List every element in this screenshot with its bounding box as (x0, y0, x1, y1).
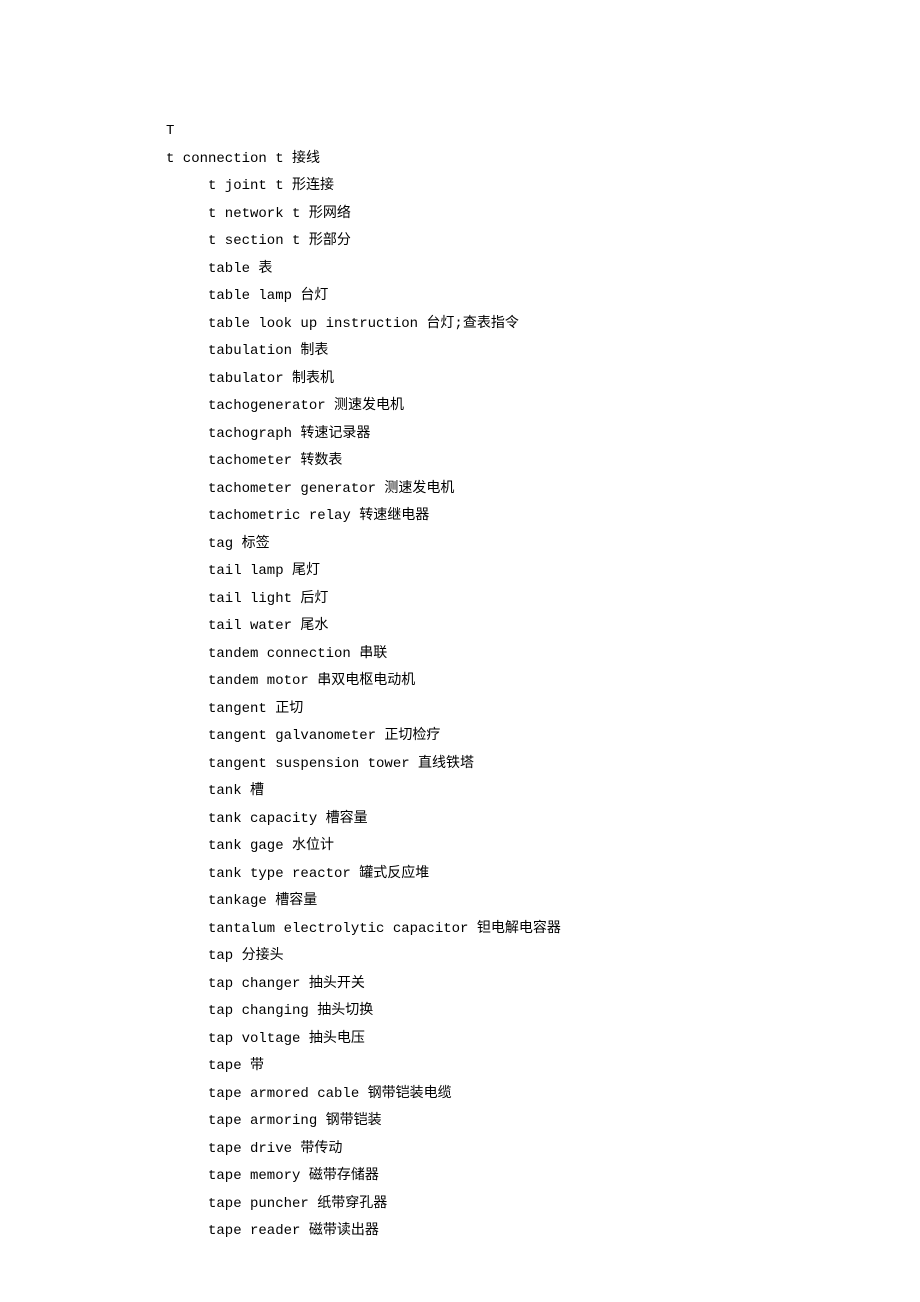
glossary-entry: tank capacity 槽容量 (166, 806, 920, 834)
glossary-entry: tail water 尾水 (166, 613, 920, 641)
glossary-entry: tap changing 抽头切换 (166, 998, 920, 1026)
glossary-entry: tail lamp 尾灯 (166, 558, 920, 586)
glossary-entry: tap changer 抽头开关 (166, 971, 920, 999)
glossary-entry: tandem motor 串双电枢电动机 (166, 668, 920, 696)
glossary-entry: tachometer generator 测速发电机 (166, 476, 920, 504)
glossary-entry: tap voltage 抽头电压 (166, 1026, 920, 1054)
glossary-entry: tabulator 制表机 (166, 366, 920, 394)
glossary-entry: tape drive 带传动 (166, 1136, 920, 1164)
glossary-entry: tank 槽 (166, 778, 920, 806)
glossary-entry: tag 标签 (166, 531, 920, 559)
glossary-entry: tandem connection 串联 (166, 641, 920, 669)
glossary-entry: table 表 (166, 256, 920, 284)
glossary-entry: tape memory 磁带存储器 (166, 1163, 920, 1191)
glossary-entry: tape armoring 钢带铠装 (166, 1108, 920, 1136)
glossary-entry: tangent suspension tower 直线铁塔 (166, 751, 920, 779)
glossary-list: t joint t 形连接t network t 形网络t section t … (166, 173, 920, 1246)
glossary-entry: tape puncher 纸带穿孔器 (166, 1191, 920, 1219)
glossary-entry: tachometric relay 转速继电器 (166, 503, 920, 531)
glossary-entry: table lamp 台灯 (166, 283, 920, 311)
glossary-entry: tachogenerator 测速发电机 (166, 393, 920, 421)
glossary-entry: tape reader 磁带读出器 (166, 1218, 920, 1246)
glossary-entry: tangent galvanometer 正切检疗 (166, 723, 920, 751)
glossary-entry: table look up instruction 台灯;查表指令 (166, 311, 920, 339)
glossary-entry: tape 带 (166, 1053, 920, 1081)
glossary-entry: tap 分接头 (166, 943, 920, 971)
glossary-entry: t network t 形网络 (166, 201, 920, 229)
section-header: T (166, 118, 920, 146)
glossary-entry: tank gage 水位计 (166, 833, 920, 861)
glossary-entry: t joint t 形连接 (166, 173, 920, 201)
glossary-entry: tail light 后灯 (166, 586, 920, 614)
glossary-entry: t section t 形部分 (166, 228, 920, 256)
glossary-entry: tankage 槽容量 (166, 888, 920, 916)
glossary-entry: tank type reactor 罐式反应堆 (166, 861, 920, 889)
glossary-entry: tabulation 制表 (166, 338, 920, 366)
glossary-entry: tachograph 转速记录器 (166, 421, 920, 449)
subheader-line: t connection t 接线 (166, 146, 920, 174)
glossary-entry: tangent 正切 (166, 696, 920, 724)
document-page: T t connection t 接线 t joint t 形连接t netwo… (0, 0, 920, 1246)
glossary-entry: tachometer 转数表 (166, 448, 920, 476)
glossary-entry: tantalum electrolytic capacitor 钽电解电容器 (166, 916, 920, 944)
glossary-entry: tape armored cable 钢带铠装电缆 (166, 1081, 920, 1109)
